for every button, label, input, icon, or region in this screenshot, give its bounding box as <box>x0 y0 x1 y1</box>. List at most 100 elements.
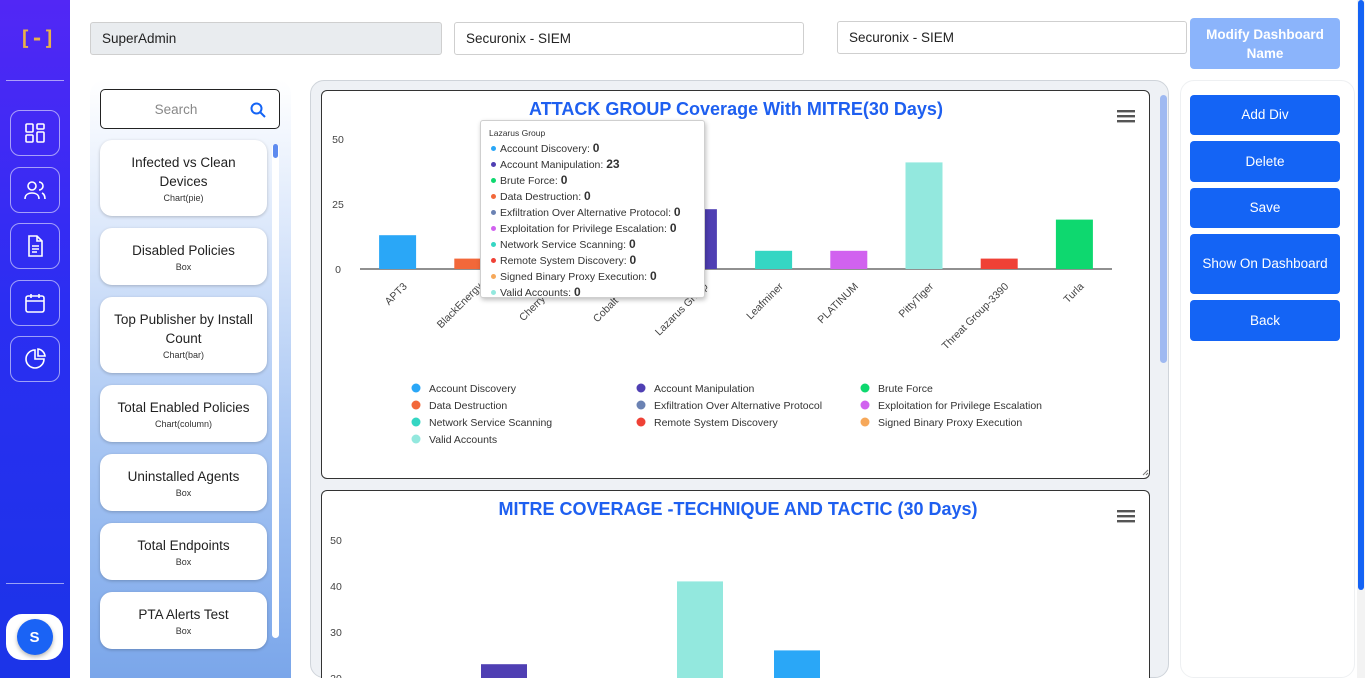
tooltip-marker <box>491 178 496 184</box>
legend-marker <box>636 383 646 393</box>
bar <box>481 664 527 678</box>
show-on-dashboard-button[interactable]: Show On Dashboard <box>1190 234 1340 294</box>
users-icon <box>24 181 46 200</box>
x-tick-label: Threat Group-3390 <box>940 281 1012 353</box>
tooltip-label: Signed Binary Proxy Execution: <box>500 271 650 283</box>
user-profile[interactable]: S <box>6 614 63 660</box>
palette-scrollbar[interactable] <box>272 144 279 638</box>
widget-type: Chart(column) <box>154 419 212 429</box>
nav-item-reports[interactable] <box>10 223 60 269</box>
widget-type: Box <box>175 262 192 272</box>
search-icon[interactable] <box>250 102 266 118</box>
legend-marker <box>636 400 646 410</box>
attack-group-chart: ATTACK GROUP Coverage With MITRE(30 Days… <box>332 99 1149 476</box>
tooltip-marker <box>491 258 496 264</box>
canvas-scrollbar-thumb[interactable] <box>1160 95 1167 363</box>
tooltip-row: Exfiltration Over Alternative Protocol: … <box>489 205 696 221</box>
palette-scrollbar-thumb[interactable] <box>273 144 278 158</box>
widget-title: Total Enabled Policies <box>117 400 250 415</box>
y-tick-label: 40 <box>330 581 342 593</box>
tooltip-label: Valid Accounts: <box>500 287 574 299</box>
tooltip-marker <box>491 226 496 232</box>
widget-card[interactable]: Total Enabled Policies Chart(column) <box>100 385 267 442</box>
new-dashboard-name-input[interactable]: Securonix - SIEM <box>837 21 1187 54</box>
y-tick-label: 50 <box>330 535 342 547</box>
tooltip-marker <box>491 242 496 248</box>
dashboard-grid-icon <box>25 123 45 143</box>
tooltip-marker <box>491 194 496 200</box>
legend-item: Remote System Discovery <box>654 417 778 429</box>
widget-type: Chart(pie) <box>163 193 204 203</box>
legend-marker <box>636 417 646 427</box>
nav-divider <box>6 80 64 81</box>
widget-card[interactable]: Uninstalled Agents Box <box>100 454 267 511</box>
tooltip-row: Exploitation for Privilege Escalation: 0 <box>489 221 696 237</box>
y-tick-label: 30 <box>330 627 342 639</box>
y-tick-label: 0 <box>335 264 341 276</box>
widget-type: Box <box>175 557 192 567</box>
bar <box>774 650 820 678</box>
widget-card[interactable]: Total Endpoints Box <box>100 523 267 580</box>
widget-card[interactable]: Top Publisher by Install Count Chart(bar… <box>100 297 267 373</box>
role-field: SuperAdmin <box>90 22 442 55</box>
tooltip-header: Lazarus Group <box>489 128 546 138</box>
bar <box>1055 219 1093 269</box>
logo[interactable]: [-] <box>19 26 55 50</box>
chart-menu-icon[interactable] <box>1117 509 1135 523</box>
tooltip-value: 0 <box>628 237 636 251</box>
tooltip-row: Valid Accounts: 0 <box>489 285 696 301</box>
back-button[interactable]: Back <box>1190 300 1340 341</box>
legend-item: Signed Binary Proxy Execution <box>878 417 1022 429</box>
legend-marker <box>411 400 421 410</box>
nav-item-analytics[interactable] <box>10 336 60 382</box>
y-tick-label: 20 <box>330 673 342 678</box>
chart-title: MITRE COVERAGE -TECHNIQUE AND TACTIC (30… <box>498 499 977 519</box>
tooltip-marker <box>491 146 496 152</box>
chart-panel-attack-group[interactable]: ATTACK GROUP Coverage With MITRE(30 Days… <box>321 90 1150 479</box>
legend-marker <box>860 400 870 410</box>
dashboard-name-field[interactable]: Securonix - SIEM <box>454 22 804 55</box>
tooltip-marker <box>491 162 496 168</box>
nav-item-users[interactable] <box>10 167 60 213</box>
legend-marker <box>411 417 421 427</box>
tooltip-label: Network Service Scanning: <box>500 239 629 251</box>
add-div-button[interactable]: Add Div <box>1190 95 1340 135</box>
tooltip-row: Data Destruction: 0 <box>489 189 696 205</box>
widget-type: Box <box>175 626 192 636</box>
modify-dashboard-name-button[interactable]: Modify Dashboard Name <box>1190 18 1340 69</box>
x-tick-label: PittyTiger <box>897 280 937 320</box>
tooltip-marker <box>491 274 496 280</box>
widget-card[interactable]: PTA Alerts Test Box <box>100 592 267 649</box>
mitre-coverage-chart: MITRE COVERAGE -TECHNIQUE AND TACTIC (30… <box>330 499 978 678</box>
legend-item: Account Manipulation <box>654 383 755 395</box>
search-input[interactable] <box>111 98 241 120</box>
page-scrollbar-thumb[interactable] <box>1358 0 1364 590</box>
avatar[interactable]: S <box>16 619 53 655</box>
resize-handle-icon <box>1142 469 1149 476</box>
delete-button[interactable]: Delete <box>1190 141 1340 182</box>
tooltip-row: Account Discovery: 0 <box>489 141 696 157</box>
sidebar-nav: [-] S <box>0 0 70 678</box>
save-button[interactable]: Save <box>1190 188 1340 228</box>
nav-divider <box>6 583 64 584</box>
widget-title: Infected vs Clean Devices <box>131 155 236 189</box>
y-tick-label: 50 <box>332 134 344 146</box>
nav-item-dashboard[interactable] <box>10 110 60 156</box>
chart-menu-icon[interactable] <box>1117 109 1135 123</box>
nav-item-calendar[interactable] <box>10 280 60 326</box>
tooltip-value: 0 <box>560 173 568 187</box>
legend-item: Exploitation for Privilege Escalation <box>878 400 1042 412</box>
document-icon <box>28 235 43 257</box>
legend-marker <box>860 383 870 393</box>
widget-card[interactable]: Disabled Policies Box <box>100 228 267 285</box>
tooltip-label: Exploitation for Privilege Escalation: <box>500 223 670 235</box>
widget-title: Uninstalled Agents <box>127 469 240 484</box>
x-tick-label: BlackEnergy <box>435 280 486 331</box>
widget-card[interactable]: Infected vs Clean Devices Chart(pie) <box>100 140 267 216</box>
legend-marker <box>411 383 421 393</box>
chart-panel-mitre-coverage[interactable]: MITRE COVERAGE -TECHNIQUE AND TACTIC (30… <box>321 490 1150 678</box>
widget-search[interactable] <box>100 89 280 129</box>
bar <box>379 235 417 269</box>
pie-chart-icon <box>25 348 46 369</box>
tooltip-marker <box>491 210 496 216</box>
